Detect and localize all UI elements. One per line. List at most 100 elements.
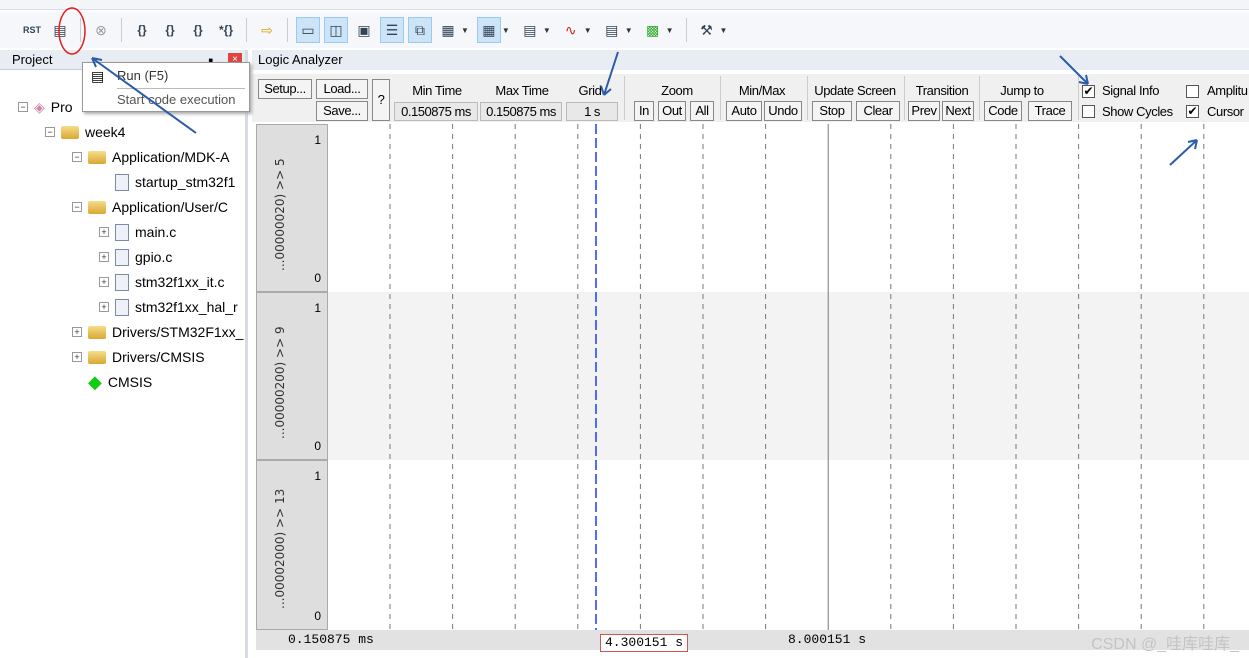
command-window-button[interactable]: ▭ [296, 17, 320, 43]
file-icon [115, 248, 129, 266]
collapse-icon[interactable]: − [72, 202, 82, 212]
stop-button[interactable]: ⊗ [89, 17, 113, 43]
expand-icon[interactable]: + [99, 252, 109, 262]
trace-windows-button[interactable]: ▤ [600, 17, 624, 43]
code-button[interactable]: Code [984, 101, 1022, 121]
project-icon: ◈ [34, 99, 45, 115]
tree-item[interactable]: − week4 [45, 121, 125, 143]
max-time-value: 0.150875 ms [480, 102, 562, 121]
tree-item[interactable]: + Drivers/CMSIS [72, 346, 205, 368]
stop-button[interactable]: Stop [812, 101, 852, 121]
watch-windows-icon: ▦ [441, 21, 455, 38]
serial-windows-button[interactable]: ▤ [518, 17, 542, 43]
stop-icon: ⊗ [95, 21, 107, 38]
tree-item[interactable]: + stm32f1xx_hal_r [99, 296, 238, 318]
system-viewer-button[interactable]: ▩ [641, 17, 665, 43]
tree-item[interactable]: ◆ CMSIS [72, 371, 152, 393]
tree-item[interactable]: + gpio.c [99, 246, 172, 268]
load-button[interactable]: Load... [316, 79, 368, 99]
dropdown-arrow-icon[interactable]: ▼ [584, 26, 592, 35]
run-button[interactable]: ▤ [48, 17, 72, 43]
save-button[interactable]: Save... [316, 101, 368, 121]
disassembly-window-button[interactable]: ◫ [324, 17, 348, 43]
reset-icon: RST [23, 25, 41, 35]
step-over-button[interactable]: {} [158, 17, 182, 43]
step-out-button[interactable]: {} [186, 17, 210, 43]
file-icon [115, 273, 129, 291]
tooltip-description: Start code execution [117, 92, 236, 107]
clear-button[interactable]: Clear [856, 101, 900, 121]
step-over-icon: {} [165, 23, 175, 37]
expand-icon[interactable]: + [99, 227, 109, 237]
collapse-icon[interactable]: − [45, 127, 55, 137]
tree-item[interactable]: − Application/User/C [72, 196, 228, 218]
grid-value: 1 s [566, 102, 618, 121]
tree-item[interactable]: + main.c [99, 221, 176, 243]
zoom-out-button[interactable]: Out [658, 101, 686, 121]
cursor-time: 4.300151 s [600, 634, 689, 652]
tree-item[interactable]: startup_stm32f1 [99, 171, 235, 193]
setup-button[interactable]: Setup... [258, 79, 312, 99]
debug-toolbar: RST ▤ ⊗ {} {} {} *{} ⇨ ▭ ◫ ▣ ☰ ⧉ ▦ ▼ ▦ ▼ ▤ ▼ ∿ ▼ ▤ ▼ ▩ ▼ ⚒ ▼ [0, 12, 1249, 48]
component-icon: ◆ [88, 372, 102, 392]
analysis-windows-button[interactable]: ∿ [559, 17, 583, 43]
axis-mid-time: 8.000151 s [788, 632, 867, 647]
dropdown-arrow-icon[interactable]: ▼ [666, 26, 674, 35]
watermark: CSDN @_哇库哇库_ [1091, 636, 1239, 653]
cursor-checkbox[interactable]: ✔ [1186, 105, 1199, 118]
amplitude-checkbox[interactable] [1186, 85, 1199, 98]
tree-item-label: CMSIS [107, 374, 153, 390]
collapse-icon[interactable]: − [18, 102, 28, 112]
watch-windows-button[interactable]: ▦ [436, 17, 460, 43]
tree-item[interactable]: + Drivers/STM32F1xx_ [72, 321, 243, 343]
auto-button[interactable]: Auto [726, 101, 762, 121]
tree-item[interactable]: + stm32f1xx_it.c [99, 271, 224, 293]
tree-item-label: Drivers/CMSIS [112, 349, 205, 365]
step-into-button[interactable]: {} [130, 17, 154, 43]
trace-button[interactable]: Trace [1028, 101, 1072, 121]
update-screen-label: Update Screen [814, 83, 896, 98]
signal-info-checkbox[interactable]: ✔ [1082, 85, 1095, 98]
run-icon: ▤ [53, 21, 67, 38]
disassembly-window-icon: ◫ [329, 21, 343, 38]
dropdown-arrow-icon[interactable]: ▼ [720, 26, 728, 35]
file-icon [115, 173, 129, 191]
show-next-statement-button[interactable]: ⇨ [255, 17, 279, 43]
dropdown-arrow-icon[interactable]: ▼ [625, 26, 633, 35]
memory-windows-button[interactable]: ▦ [476, 17, 501, 43]
registers-window-button[interactable]: ☰ [380, 17, 404, 43]
step-into-icon: {} [137, 23, 147, 37]
next-button[interactable]: Next [942, 101, 974, 121]
toolbar-separator [80, 18, 81, 42]
dropdown-arrow-icon[interactable]: ▼ [461, 26, 469, 35]
undo-button[interactable]: Undo [764, 101, 802, 121]
toolbar-separator [246, 18, 247, 42]
collapse-icon[interactable]: − [72, 152, 82, 162]
show-cycles-checkbox[interactable] [1082, 105, 1095, 118]
reset-button[interactable]: RST [20, 17, 44, 43]
symbols-window-button[interactable]: ▣ [352, 17, 376, 43]
dropdown-arrow-icon[interactable]: ▼ [502, 26, 510, 35]
run-to-cursor-button[interactable]: *{} [214, 17, 238, 43]
toolbox-button[interactable]: ⚒ [695, 17, 719, 43]
expand-icon[interactable]: + [99, 302, 109, 312]
call-stack-button[interactable]: ⧉ [408, 17, 432, 43]
expand-icon[interactable]: + [72, 327, 82, 337]
tree-item[interactable]: − ◈ Pro [18, 96, 73, 118]
step-out-icon: {} [193, 23, 203, 37]
axis-start-time: 0.150875 ms [288, 632, 374, 647]
help-button[interactable]: ? [372, 79, 390, 121]
dropdown-arrow-icon[interactable]: ▼ [543, 26, 551, 35]
expand-icon[interactable]: + [72, 352, 82, 362]
expand-icon[interactable]: + [99, 277, 109, 287]
prev-button[interactable]: Prev [908, 101, 940, 121]
trace-windows-icon: ▤ [605, 21, 619, 38]
folder-icon [88, 325, 106, 339]
waveform-grid[interactable] [252, 124, 1249, 630]
zoom-in-button[interactable]: In [634, 101, 654, 121]
signal-info-label: Signal Info [1102, 83, 1160, 98]
min-time-value: 0.150875 ms [394, 102, 478, 121]
run-to-cursor-icon: *{} [218, 23, 233, 37]
zoom-all-button[interactable]: All [690, 101, 714, 121]
tree-item[interactable]: − Application/MDK-A [72, 146, 230, 168]
